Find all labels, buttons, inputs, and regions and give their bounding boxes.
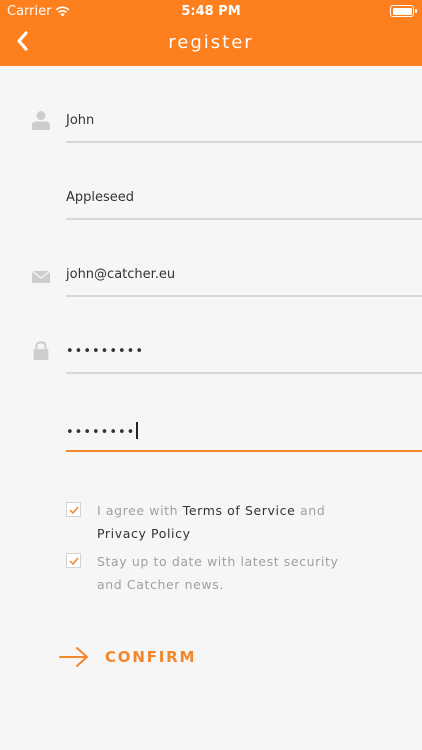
newsletter-text: Stay up to date with latest security and… (97, 554, 339, 592)
arrow-right-icon (59, 647, 88, 667)
terms-row: I agree with Terms of Service and Privac… (66, 499, 366, 545)
first-name-value: John (66, 113, 95, 128)
status-bar: Carrier 5:48 PM (0, 0, 422, 22)
terms-checkbox[interactable] (66, 502, 81, 517)
user-icon (32, 111, 50, 130)
terms-prefix: I agree with (97, 503, 183, 518)
text-cursor (136, 422, 139, 439)
status-time: 5:48 PM (181, 4, 241, 19)
last-name-value: Appleseed (66, 190, 135, 205)
newsletter-row: Stay up to date with latest security and… (66, 550, 366, 596)
lock-icon (33, 341, 49, 361)
last-name-field[interactable]: Appleseed (66, 176, 422, 220)
envelope-icon (31, 270, 51, 283)
checkmark-icon (69, 506, 79, 515)
terms-middle: and (295, 503, 326, 518)
privacy-policy-link[interactable]: Privacy Policy (97, 526, 191, 541)
confirm-button[interactable]: CONFIRM (59, 642, 196, 672)
newsletter-checkbox[interactable] (66, 553, 81, 568)
password-value: ••••••••• (66, 344, 145, 359)
terms-text: I agree with Terms of Service and Privac… (97, 499, 366, 545)
confirm-password-field[interactable]: •••••••• (66, 408, 422, 452)
confirm-password-value: •••••••• (66, 425, 136, 440)
email-value: john@catcher.eu (66, 267, 176, 282)
page-title: register (168, 32, 254, 53)
password-field[interactable]: ••••••••• (66, 330, 422, 374)
terms-of-service-link[interactable]: Terms of Service (183, 503, 296, 518)
first-name-field[interactable]: John (66, 99, 422, 143)
email-field[interactable]: john@catcher.eu (66, 253, 422, 297)
confirm-label: CONFIRM (105, 648, 197, 666)
battery-icon (390, 5, 417, 17)
checkmark-icon (69, 557, 79, 566)
app-header: Carrier 5:48 PM register (0, 0, 422, 66)
